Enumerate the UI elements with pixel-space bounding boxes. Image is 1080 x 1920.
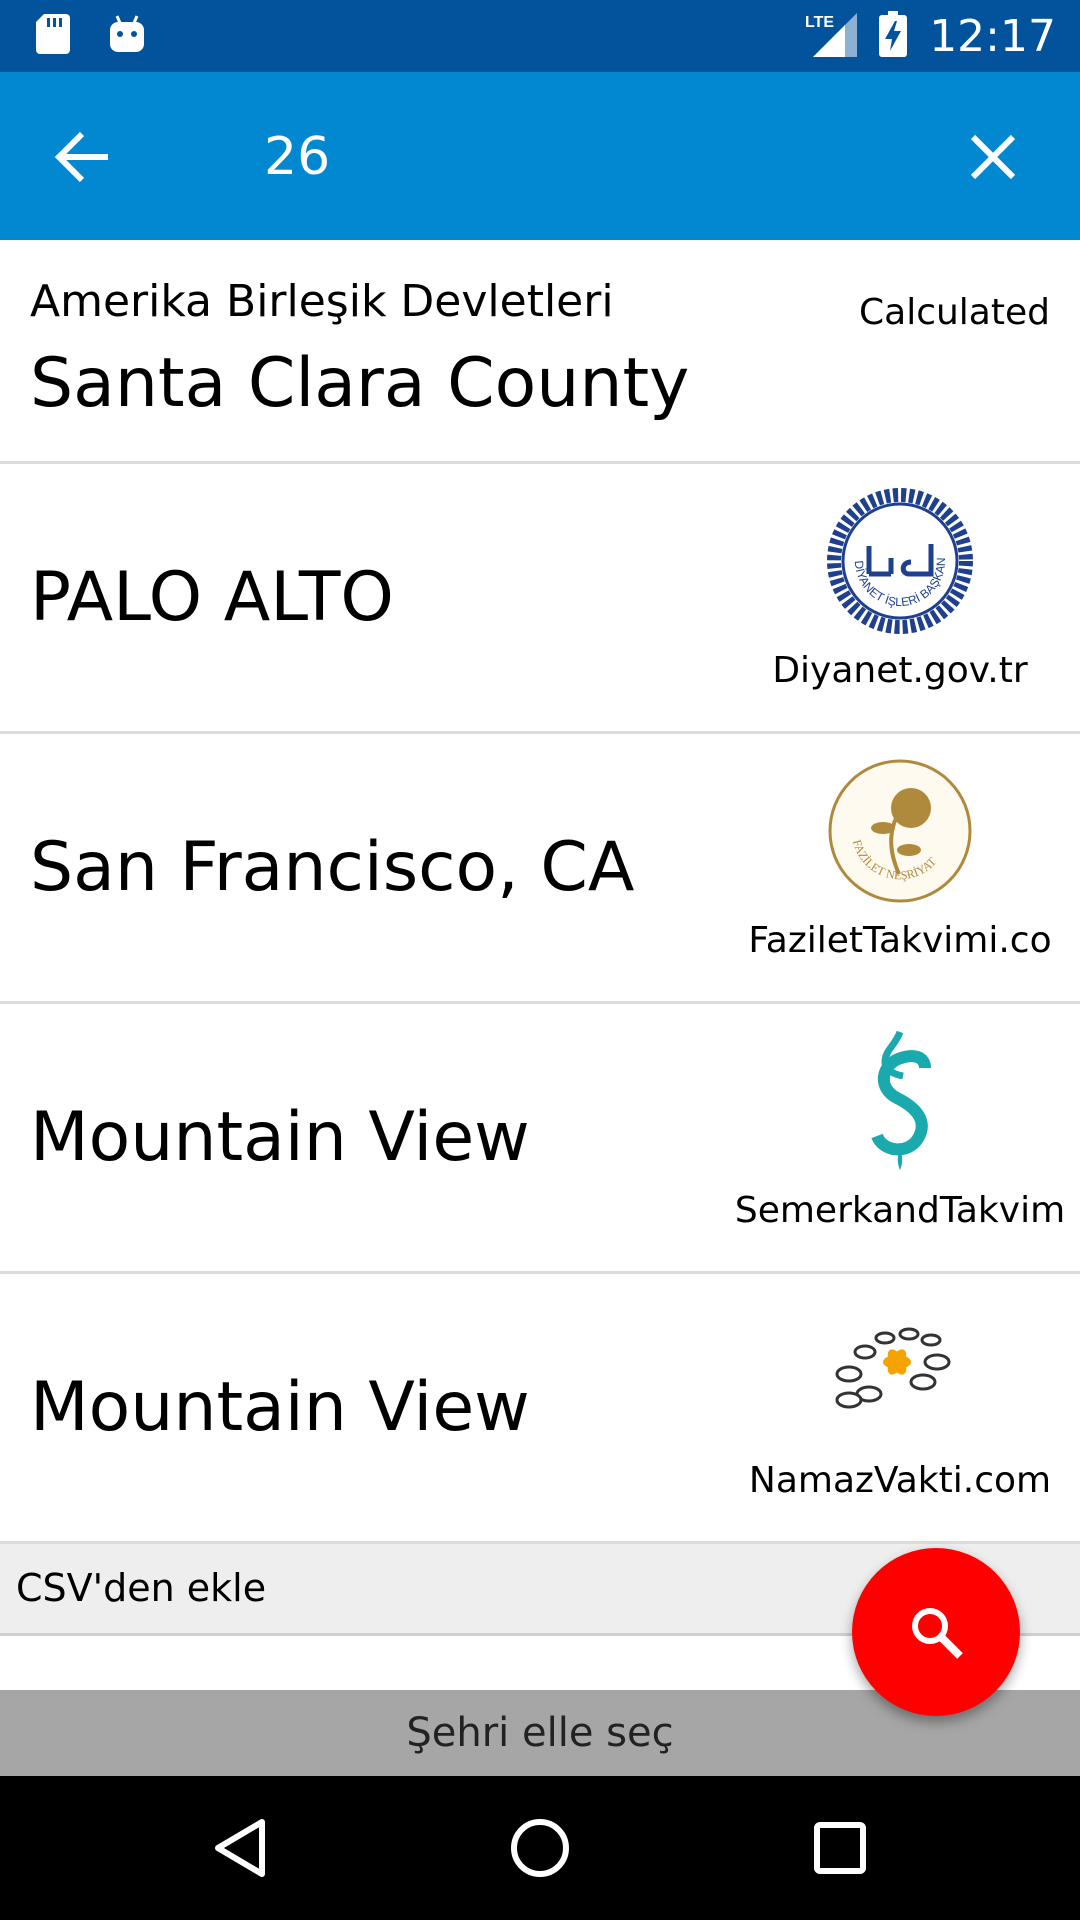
manual-select-label: Şehri elle seç bbox=[406, 1710, 674, 1756]
status-time: 12:17 bbox=[929, 10, 1056, 62]
source-label: SemerkandTakvim bbox=[734, 1190, 1066, 1231]
battery-charging-icon bbox=[879, 10, 908, 62]
source-label: Diyanet.gov.tr bbox=[772, 650, 1028, 691]
calculated-source-label: Calculated bbox=[859, 292, 1050, 333]
header-location-row[interactable]: Amerika Birleşik Devletleri Santa Clara … bbox=[0, 240, 1080, 464]
city-name: PALO ALTO bbox=[30, 558, 394, 637]
source-label: FaziletTakvimi.co bbox=[748, 920, 1052, 961]
square-recents-icon bbox=[814, 1822, 866, 1874]
county-label: Santa Clara County bbox=[30, 344, 690, 423]
triangle-back-icon bbox=[215, 1819, 265, 1877]
city-name: San Francisco, CA bbox=[30, 828, 635, 907]
list-item[interactable]: Mountain View NamazVakti.com bbox=[0, 1274, 1080, 1544]
results-list: Amerika Birleşik Devletleri Santa Clara … bbox=[0, 240, 1080, 1544]
city-name: Mountain View bbox=[30, 1098, 530, 1177]
system-nav-bar bbox=[0, 1776, 1080, 1920]
list-item[interactable]: San Francisco, CA FAZİLET NEŞRİYAT Fazil… bbox=[0, 734, 1080, 1004]
search-icon bbox=[912, 1608, 963, 1659]
source-label: NamazVakti.com bbox=[748, 1460, 1052, 1501]
sd-card-icon bbox=[36, 14, 70, 59]
list-item[interactable]: Mountain View SemerkandTakvim bbox=[0, 1004, 1080, 1274]
nav-home-button[interactable] bbox=[490, 1798, 590, 1898]
diyanet-logo: DİYANET İŞLERİ BAŞKANLIĞI bbox=[825, 486, 973, 634]
search-fab[interactable] bbox=[852, 1548, 1020, 1716]
nav-recents-button[interactable] bbox=[790, 1798, 890, 1898]
fazilet-logo: FAZİLET NEŞRİYAT bbox=[828, 759, 972, 903]
source-block: DİYANET İŞLERİ BAŞKANLIĞI Diyanet.gov.tr bbox=[720, 464, 1080, 731]
country-label: Amerika Birleşik Devletleri bbox=[30, 276, 614, 327]
circle-home-icon bbox=[511, 1819, 569, 1877]
back-button[interactable] bbox=[48, 122, 118, 192]
city-name: Mountain View bbox=[30, 1368, 530, 1447]
semerkand-logo bbox=[871, 1030, 931, 1170]
nav-back-button[interactable] bbox=[190, 1798, 290, 1898]
network-type-label: LTE bbox=[805, 14, 834, 31]
lte-signal-icon: LTE bbox=[805, 11, 858, 62]
list-item[interactable]: PALO ALTO DİYANET İŞLERİ BAŞKANLIĞI Diya… bbox=[0, 464, 1080, 734]
android-debug-icon bbox=[108, 14, 146, 59]
search-app-bar: 26 bbox=[0, 72, 1080, 240]
clear-search-button[interactable] bbox=[958, 122, 1028, 192]
search-query-input[interactable]: 26 bbox=[264, 127, 330, 187]
status-bar: LTE 12:17 bbox=[0, 0, 1080, 72]
arrow-back-icon bbox=[54, 131, 108, 183]
source-block: NamazVakti.com bbox=[720, 1274, 1080, 1541]
close-icon bbox=[970, 134, 1016, 180]
namazvakti-logo bbox=[835, 1327, 951, 1409]
csv-import-label: CSV'den ekle bbox=[16, 1566, 267, 1610]
source-block: FAZİLET NEŞRİYAT FaziletTakvimi.co bbox=[720, 734, 1080, 1001]
source-block: SemerkandTakvim bbox=[720, 1004, 1080, 1271]
